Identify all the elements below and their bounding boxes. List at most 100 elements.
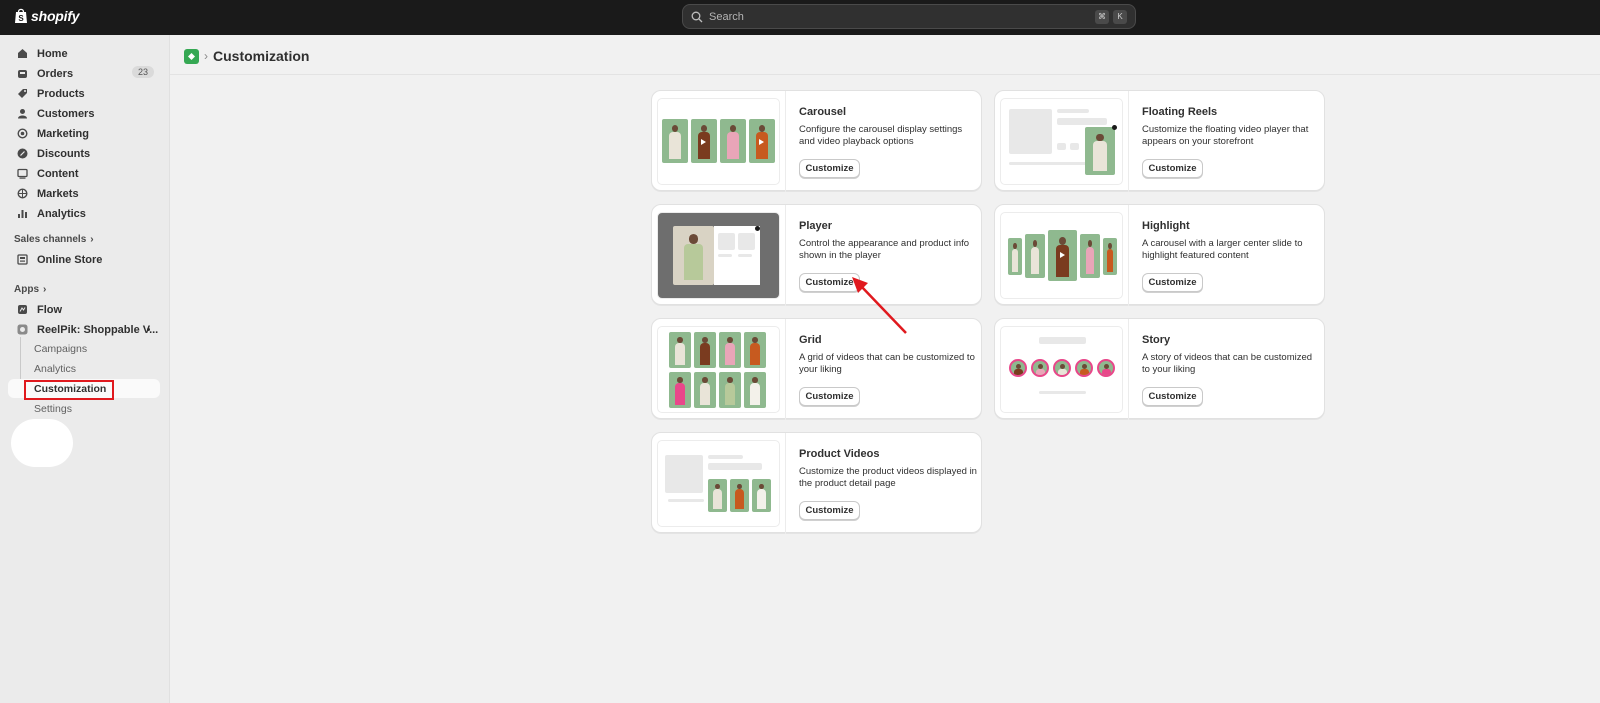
carousel-customize-button[interactable]: Customize: [799, 159, 860, 178]
card-divider: [1128, 91, 1129, 192]
person-icon: [16, 108, 28, 120]
card-description: A story of videos that can be customized…: [1142, 352, 1313, 375]
sidebar-item-label: Marketing: [37, 127, 89, 140]
globe-icon: [16, 188, 28, 200]
sidebar-subitem-campaigns[interactable]: Campaigns: [34, 343, 87, 355]
carousel-card: Carousel Configure the carousel display …: [651, 90, 982, 192]
store-icon: [16, 254, 28, 266]
sidebar-item-label: Content: [37, 167, 79, 180]
card-title: Product Videos: [799, 448, 880, 460]
card-divider: [785, 91, 786, 192]
story-preview-image: [1000, 326, 1123, 413]
player-preview-image: [657, 212, 780, 299]
sidebar-item-customers[interactable]: Customers: [8, 104, 160, 123]
card-title: Player: [799, 220, 833, 232]
highlight-customize-button[interactable]: Customize: [1142, 273, 1203, 292]
sidebar-item-online-store[interactable]: Online Store: [8, 250, 160, 269]
card-divider: [785, 205, 786, 306]
sidebar-item-label: Home: [37, 47, 68, 60]
card-title: Grid: [799, 334, 822, 346]
sales-channels-header[interactable]: Sales channels ›: [14, 234, 94, 245]
shortcut-k-key: K: [1113, 9, 1127, 24]
card-title: Story: [1142, 334, 1171, 346]
search-placeholder: Search: [709, 10, 744, 23]
card-description: Configure the carousel display settings …: [799, 124, 963, 147]
pin-dot-icon[interactable]: [147, 328, 150, 331]
tag-icon: [16, 88, 28, 100]
page-title: Customization: [213, 48, 310, 64]
story-customize-button[interactable]: Customize: [1142, 387, 1203, 406]
grid-preview-image: [657, 326, 780, 413]
sidebar-item-label: Analytics: [37, 207, 86, 220]
floating-reels-card: Floating Reels Customize the floating vi…: [994, 90, 1325, 192]
sidebar-item-marketing[interactable]: Marketing: [8, 124, 160, 143]
highlight-card: Highlight A carousel with a larger cente…: [994, 204, 1325, 306]
sidebar-item-label: Markets: [37, 187, 79, 200]
highlight-preview-image: [1000, 212, 1123, 299]
sidebar-item-reelpik-app[interactable]: ReelPik: Shoppable V...: [8, 320, 160, 339]
card-divider: [1128, 319, 1129, 420]
orders-count-badge: 23: [131, 66, 154, 78]
sidebar-subitem-analytics[interactable]: Analytics: [34, 363, 76, 375]
card-description: A carousel with a larger center slide to…: [1142, 238, 1303, 261]
apps-label: Apps: [14, 284, 39, 295]
product-videos-card: Product Videos Customize the product vid…: [651, 432, 982, 534]
product-videos-preview-image: [657, 440, 780, 527]
sidebar-item-label: Orders: [37, 67, 74, 80]
story-card: Story A story of videos that can be cust…: [994, 318, 1325, 420]
sidebar-item-products[interactable]: Products: [8, 84, 160, 103]
sidebar-item-home[interactable]: Home: [8, 44, 160, 63]
annotation-arrow: [852, 277, 907, 334]
sidebar-item-label: ReelPik: Shoppable V...: [37, 323, 159, 336]
sidebar-item-discounts[interactable]: Discounts: [8, 144, 160, 163]
search-input[interactable]: Search ⌘ K: [682, 4, 1136, 29]
card-description: Customize the floating video player that…: [1142, 124, 1309, 147]
grid-card: Grid A grid of videos that can be custom…: [651, 318, 982, 420]
shortcut-cmd-key: ⌘: [1095, 9, 1109, 24]
breadcrumb-separator: ›: [204, 49, 208, 63]
product-videos-customize-button[interactable]: Customize: [799, 501, 860, 520]
top-bar: S shopify Search ⌘ K: [0, 0, 1600, 35]
chevron-right-icon: ›: [43, 284, 47, 295]
discount-icon: [16, 148, 28, 160]
card-title: Floating Reels: [1142, 106, 1218, 118]
bar-chart-icon: [16, 208, 28, 220]
apps-header[interactable]: Apps ›: [14, 284, 46, 295]
chevron-right-icon: ›: [90, 234, 94, 245]
sidebar-item-orders[interactable]: Orders 23: [8, 64, 160, 83]
player-card: Player Control the appearance and produc…: [651, 204, 982, 306]
brand-name: shopify: [31, 7, 80, 24]
content-icon: [16, 168, 28, 180]
header-divider: [170, 74, 1600, 75]
shopify-bag-icon: S: [15, 8, 27, 23]
target-icon: [16, 128, 28, 140]
sidebar-subitem-settings[interactable]: Settings: [34, 403, 72, 415]
card-divider: [785, 433, 786, 534]
card-description: Customize the product videos displayed i…: [799, 466, 977, 489]
orders-icon: [16, 68, 28, 80]
floating-reels-preview-image: [1000, 98, 1123, 185]
reelpik-app-icon: [16, 324, 28, 336]
sidebar-item-analytics[interactable]: Analytics: [8, 204, 160, 223]
sidebar-item-label: Flow: [37, 303, 63, 316]
card-divider: [1128, 205, 1129, 306]
carousel-preview-image: [657, 98, 780, 185]
breadcrumb: › Customization: [184, 48, 309, 64]
annotation-highlight-box: [24, 380, 114, 400]
sidebar-item-label: Discounts: [37, 147, 91, 160]
sidebar-item-label: Customers: [37, 107, 95, 120]
sidebar-item-label: Products: [37, 87, 85, 100]
redaction-blob: [11, 419, 73, 467]
sidebar-item-markets[interactable]: Markets: [8, 184, 160, 203]
sidebar-item-content[interactable]: Content: [8, 164, 160, 183]
home-icon: [16, 48, 28, 60]
grid-customize-button[interactable]: Customize: [799, 387, 860, 406]
svg-text:S: S: [18, 14, 24, 23]
card-description: Control the appearance and product info …: [799, 238, 970, 261]
shopify-logo[interactable]: S shopify: [14, 7, 80, 24]
card-title: Carousel: [799, 106, 847, 118]
floating-reels-customize-button[interactable]: Customize: [1142, 159, 1203, 178]
app-home-icon[interactable]: [184, 48, 199, 64]
sales-channels-label: Sales channels: [14, 234, 87, 245]
sidebar-item-flow[interactable]: Flow: [8, 300, 160, 319]
